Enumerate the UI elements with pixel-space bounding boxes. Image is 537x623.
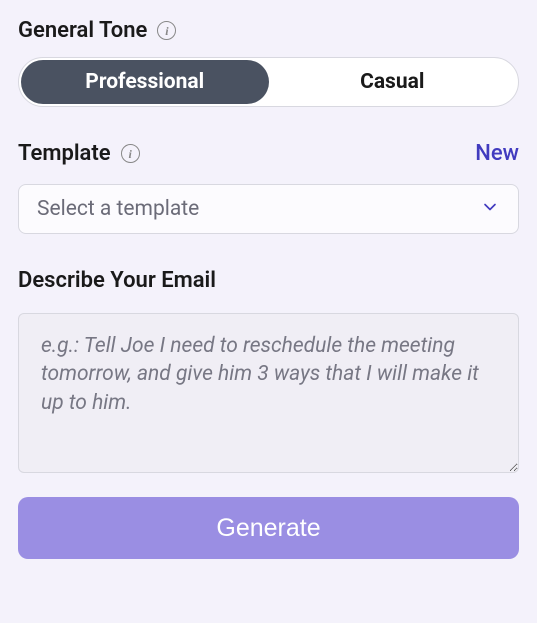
describe-textarea[interactable] xyxy=(18,313,519,473)
describe-label: Describe Your Email xyxy=(18,268,519,293)
tone-toggle[interactable]: Professional Casual xyxy=(18,57,519,107)
tone-label-text: General Tone xyxy=(18,18,147,43)
template-select[interactable]: Select a template xyxy=(18,184,519,234)
info-icon[interactable]: i xyxy=(121,144,140,163)
tone-option-label: Professional xyxy=(85,70,204,94)
new-template-link[interactable]: New xyxy=(475,141,519,166)
chevron-down-icon xyxy=(480,197,500,221)
describe-label-text: Describe Your Email xyxy=(18,268,216,293)
tone-option-label: Casual xyxy=(360,70,424,94)
template-select-placeholder: Select a template xyxy=(37,197,199,221)
tone-option-casual[interactable]: Casual xyxy=(269,60,517,104)
template-row: Template i New xyxy=(18,141,519,166)
info-icon[interactable]: i xyxy=(157,21,176,40)
tone-label: General Tone i xyxy=(18,18,519,43)
template-label-text: Template xyxy=(18,141,111,166)
generate-button[interactable]: Generate xyxy=(18,497,519,559)
template-label: Template i xyxy=(18,141,140,166)
tone-option-professional[interactable]: Professional xyxy=(21,60,269,104)
